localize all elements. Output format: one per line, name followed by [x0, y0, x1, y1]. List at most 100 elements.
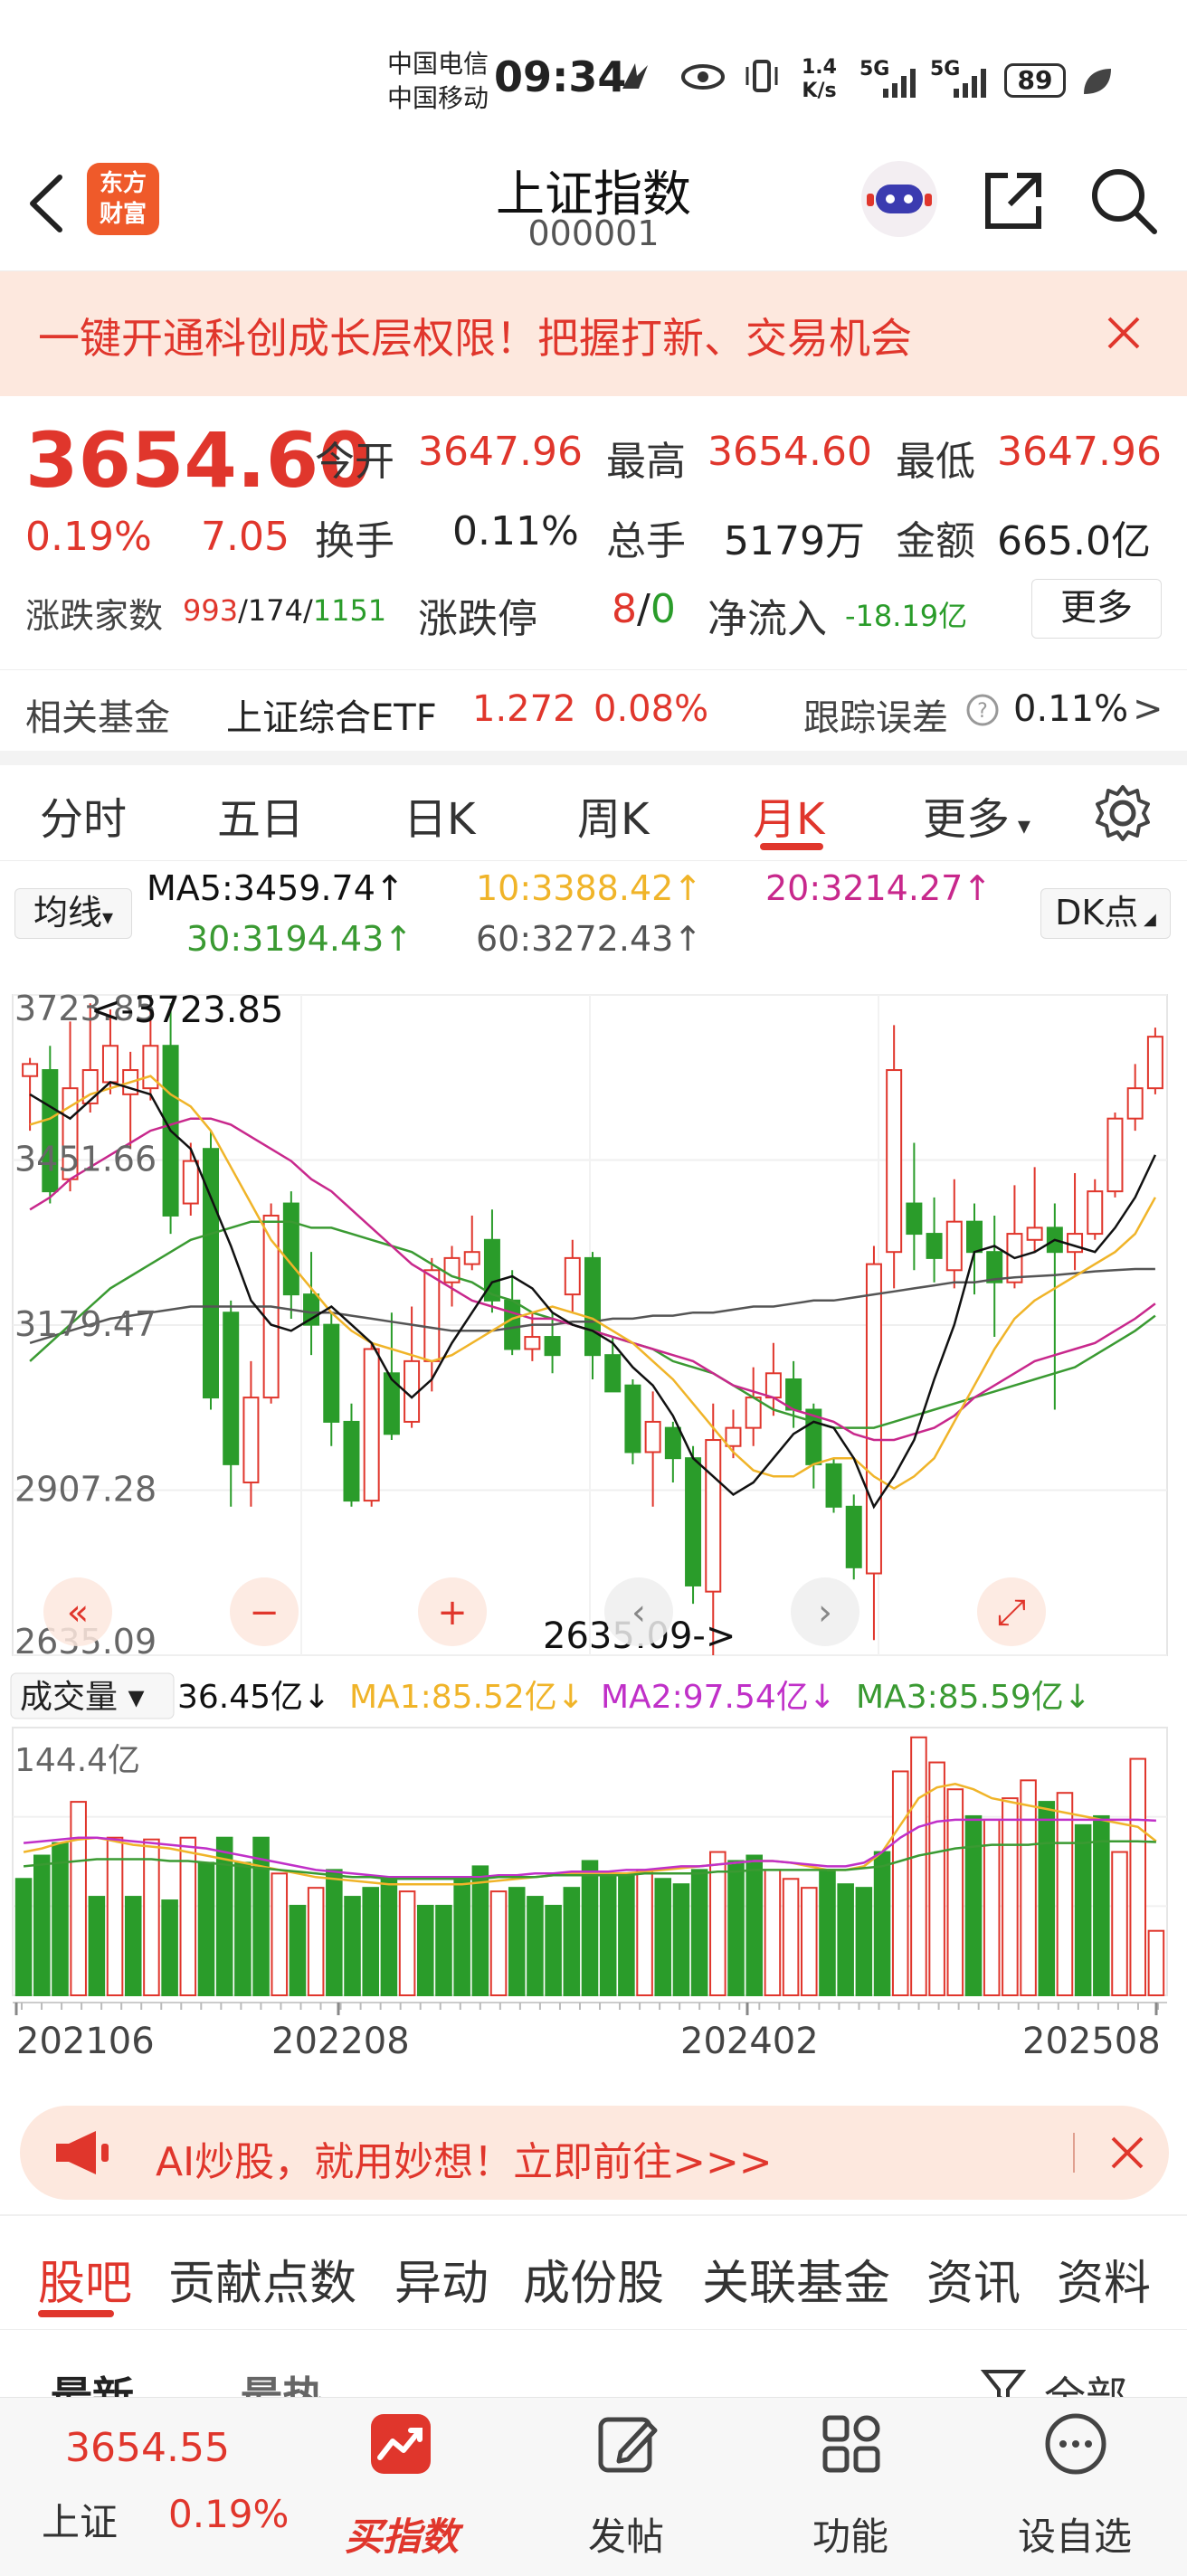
close-icon[interactable] [1104, 313, 1144, 353]
candle-down [584, 1256, 601, 1357]
volume-bar-down [873, 1851, 891, 1997]
edit-post-icon[interactable] [594, 2410, 660, 2477]
volume-bar-up [489, 1890, 508, 1996]
clock: 09:34 [494, 52, 627, 101]
candle-up [463, 1251, 480, 1265]
tab-profile[interactable]: 资料 [1057, 2245, 1151, 2313]
tab-guba[interactable]: 股吧 [38, 2245, 132, 2313]
function-label[interactable]: 功能 [769, 2506, 932, 2562]
close-icon[interactable] [1107, 2133, 1147, 2173]
candle-up [886, 1069, 903, 1254]
volume-bar-down [727, 1860, 745, 1996]
volume-bar-down [527, 1896, 544, 1997]
volume-bar-up [1129, 1757, 1146, 1996]
volume-bar-up [70, 1801, 87, 1996]
assistant-avatar-icon[interactable] [858, 157, 941, 241]
leaf-icon [1084, 69, 1111, 94]
tab-movement[interactable]: 异动 [394, 2245, 489, 2313]
x-tick-label: 202402 [680, 2021, 819, 2062]
help-icon[interactable]: ? [964, 692, 1001, 728]
candle-up [524, 1336, 541, 1350]
settings-icon[interactable] [1091, 781, 1154, 845]
volume-bar-up [398, 1890, 416, 1996]
function-grid-icon[interactable] [818, 2410, 885, 2477]
volume-bar-up [709, 1851, 726, 1997]
tab-more[interactable]: 更多 ▾ [923, 783, 1030, 847]
low-label: 最低 [896, 439, 975, 485]
volume-bar-up [891, 1770, 909, 1996]
chart-control-icon: + [437, 1592, 468, 1634]
amount-label: 金额 [896, 518, 975, 564]
title-bar: 东方 财富 上证指数 000001 [0, 154, 1187, 271]
turnover-label: 换手 [315, 518, 394, 564]
watchlist-label[interactable]: 设自选 [993, 2506, 1156, 2562]
high-label: 最高 [606, 439, 686, 485]
volume-bar-down [234, 1861, 252, 1996]
search-icon[interactable] [1086, 163, 1162, 239]
volume-bar-down [618, 1874, 635, 1997]
limit-label: 涨跌停 [418, 596, 537, 642]
candle-up [1087, 1190, 1104, 1236]
candle-down [383, 1372, 400, 1435]
tab-constituents[interactable]: 成份股 [523, 2245, 664, 2313]
tab-related-funds[interactable]: 关联基金 [702, 2245, 890, 2313]
volume-selector-label: 成交量 ▾ [20, 1679, 145, 1716]
candle-down [685, 1457, 702, 1586]
volume-bar-up [1020, 1779, 1037, 1996]
candle-up [1126, 1087, 1144, 1120]
breadth-values: 993/174/1151 [183, 593, 387, 628]
tab-intraday[interactable]: 分时 [40, 783, 127, 847]
post-label[interactable]: 发帖 [545, 2506, 707, 2562]
volume-bar-down [545, 1904, 562, 1996]
candle-down [544, 1336, 561, 1357]
tab-contribution[interactable]: 贡献点数 [168, 2245, 356, 2313]
candle-up [564, 1256, 581, 1296]
ai-banner-text[interactable]: AI炒股，就用妙想！立即前往>>> [156, 2129, 773, 2187]
fund-arrow-icon[interactable]: > [1133, 688, 1163, 730]
tab-daily[interactable]: 日K [404, 783, 475, 847]
volume-bar-down [745, 1854, 763, 1996]
candle-down [303, 1293, 320, 1326]
buy-index-label[interactable]: 买指数 [320, 2506, 483, 2562]
volume-bar-up [928, 1761, 945, 1996]
fund-name[interactable]: 上证综合ETF [226, 688, 437, 741]
volume-bar-down [435, 1904, 452, 1996]
volume-bar-up [1147, 1929, 1165, 1997]
volume-bar-down [837, 1883, 854, 1996]
volume-bar-down [581, 1860, 599, 1996]
dk-button[interactable]: DK点 ◢ [1040, 888, 1171, 939]
volume-legend-item: MA1:85.52亿↓ [349, 1679, 584, 1716]
share-icon[interactable] [977, 165, 1049, 237]
volume-bar-down [1093, 1814, 1110, 1997]
candle-up [101, 1045, 119, 1084]
ma-selector[interactable]: 均线▾ [14, 888, 132, 939]
volume-bar-up [271, 1872, 289, 1996]
candle-up [363, 1348, 380, 1502]
watchlist-icon[interactable] [1042, 2410, 1109, 2477]
promo-text[interactable]: 一键开通科创成长层权限！把握打新、交易机会 [38, 306, 912, 365]
related-fund-row[interactable]: 相关基金 上证综合ETF 1.272 0.08% 跟踪误差 ? 0.11% > [0, 669, 1187, 751]
tab-news[interactable]: 资讯 [926, 2245, 1021, 2313]
volume-bar-up [1111, 1851, 1128, 1997]
volume-bar-up [782, 1878, 800, 1996]
ai-banner[interactable]: AI炒股，就用妙想！立即前往>>> [20, 2106, 1169, 2200]
volume-bar-down [161, 1899, 178, 1997]
tab-weekly[interactable]: 周K [577, 783, 649, 847]
candle-up [1026, 1226, 1043, 1241]
more-button[interactable]: 更多 [1031, 579, 1162, 639]
netflow-label: 净流入 [707, 596, 827, 642]
tab-5day[interactable]: 五日 [217, 783, 304, 847]
carrier-label: 中国电信 中国移动 [387, 49, 489, 113]
volume-bar-down [672, 1883, 690, 1996]
kline-chart[interactable]: 3723.853451.663179.472907.282635.09<-372… [0, 968, 1187, 2080]
promo-banner[interactable]: 一键开通科创成长层权限！把握打新、交易机会 [0, 271, 1187, 396]
change-percent: 0.19% [25, 514, 152, 560]
kline-svg[interactable]: 3723.853451.663179.472907.282635.09<-372… [0, 968, 1187, 2080]
buy-index-icon[interactable] [367, 2410, 434, 2477]
bottom-nav: 3654.55 上证 0.19% 买指数 发帖 功能 设自选 [0, 2397, 1187, 2576]
volume-bar-down [690, 1869, 708, 1997]
svg-text:?: ? [977, 700, 988, 723]
candle-down [282, 1202, 299, 1296]
chart-control-icon: ⤢ [997, 1592, 1026, 1634]
tab-monthly[interactable]: 月K [753, 783, 824, 847]
